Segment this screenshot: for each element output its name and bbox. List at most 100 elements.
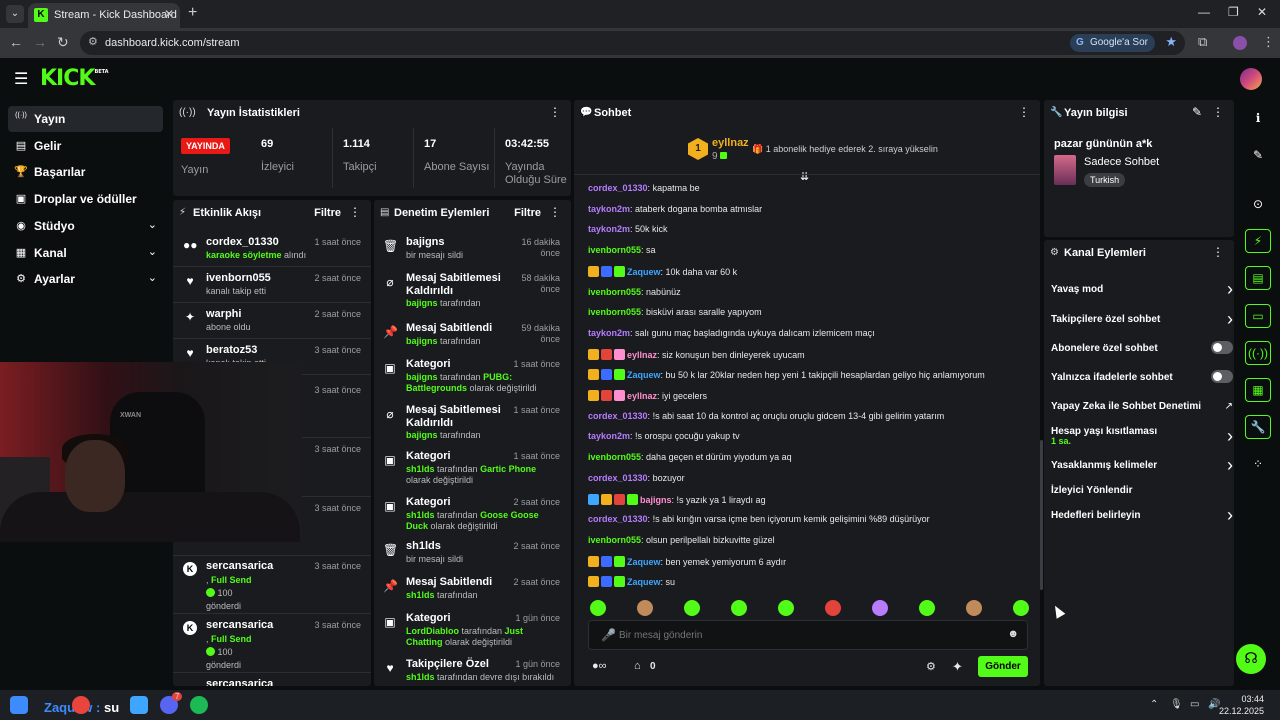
raid-icon[interactable]: ⚡ <box>1245 229 1271 253</box>
maximize-icon[interactable]: ❐ <box>1228 5 1239 19</box>
chat-username[interactable]: taykon2m <box>588 224 630 234</box>
points-icon[interactable]: ⌂ <box>634 660 641 672</box>
activity-filter-button[interactable]: Filtre <box>314 207 341 219</box>
menu-icon[interactable]: ☰ <box>14 69 28 89</box>
channel-action[interactable]: Abonelere özel sohbet <box>1051 341 1233 363</box>
emote-icon[interactable] <box>966 600 982 616</box>
chat-username[interactable]: Zaquew <box>627 557 661 567</box>
back-icon[interactable]: ← <box>9 34 23 50</box>
chat-username[interactable]: ivenborn055 <box>588 307 641 317</box>
expand-pinned-icon[interactable]: ⇊ <box>800 170 809 183</box>
url-field[interactable]: ⚙ dashboard.kick.com/stream Google'a Sor… <box>80 31 1185 55</box>
moderation-entry[interactable]: ▣ Kategori sh1lds tarafından Gartic Phone … <box>374 446 570 485</box>
message-icon[interactable]: ▭ <box>1245 304 1271 328</box>
chat-message[interactable]: taykon2m: !s orospu çocuğu yakup tv <box>588 431 740 441</box>
chat-username[interactable]: taykon2m <box>588 431 630 441</box>
chat-message[interactable]: Zaquew: bu 50 k lar 20klar neden hep yen… <box>588 369 985 381</box>
reload-icon[interactable]: ↻ <box>57 34 69 51</box>
profile-avatar-icon[interactable] <box>1233 36 1247 50</box>
channel-action[interactable]: Yalnızca ifadelerle sohbet <box>1051 370 1233 392</box>
chat-message[interactable]: ivenborn055: daha geçen et dürüm yiyodum… <box>588 452 792 462</box>
taskbar-clock[interactable]: 03:44 22.12.2025 <box>1219 693 1264 717</box>
chat-username[interactable]: Zaquew <box>627 577 661 587</box>
chat-message[interactable]: cordex_01330: !s abi kırığın varsa içme … <box>588 514 930 524</box>
external-link-icon[interactable]: ↗ <box>1225 401 1233 412</box>
chat-message[interactable]: cordex_01330: !s abi saat 10 da kontrol … <box>588 411 944 421</box>
chat-message[interactable]: ivenborn055: sa <box>588 245 656 255</box>
chevron-right-icon[interactable]: › <box>1227 455 1233 476</box>
emote-icon[interactable] <box>825 600 841 616</box>
moderation-entry[interactable]: 🗑 sh1lds bir mesajı sildi 2 saat önce <box>374 536 570 572</box>
chat-username[interactable]: ivenborn055 <box>588 535 641 545</box>
emote-icon[interactable] <box>919 600 935 616</box>
minimize-icon[interactable]: — <box>1198 5 1210 19</box>
activity-event[interactable]: sercansarica <box>173 674 371 686</box>
channel-action[interactable]: Hesap yaşı kısıtlaması 1 sa. › <box>1051 426 1233 446</box>
moderation-entry[interactable]: 📌 Mesaj Sabitlendi sh1lds tarafından 2 saat… <box>374 572 570 608</box>
chevron-right-icon[interactable]: › <box>1227 309 1233 330</box>
event-user[interactable]: ivenborn055 <box>206 272 271 284</box>
moderation-filter-button[interactable]: Filtre <box>514 207 541 219</box>
stream-category[interactable]: Sadece Sohbet <box>1084 156 1159 168</box>
chat-message[interactable]: Zaquew: 10k daha var 60 k <box>588 265 737 277</box>
help-support-button[interactable]: ☊ <box>1236 644 1266 674</box>
emote-icon[interactable] <box>778 600 794 616</box>
chat-input-box[interactable]: 🎤 ☻ <box>588 620 1028 650</box>
tools-icon[interactable]: 🔧 <box>1245 415 1271 439</box>
chat-username[interactable]: Zaquew <box>627 370 661 380</box>
kick-logo[interactable]: KICKBETA <box>40 66 109 91</box>
chat-username[interactable]: ivenborn055 <box>588 452 641 462</box>
chat-message[interactable]: bajigns: !s yazık ya 1 liraydı ag <box>588 493 766 505</box>
browser-menu-icon[interactable]: ⋮ <box>1262 34 1275 50</box>
moderation-entry[interactable]: ▣ Kategori LordDiabloo tarafından Just Cha… <box>374 608 570 647</box>
emote-icon[interactable] <box>731 600 747 616</box>
site-settings-icon[interactable]: ⚙ <box>88 35 98 48</box>
pinned-leaderboard[interactable]: 1 eyllnaz 9 🎁 1 abonelik hediye ederek 2… <box>574 126 1040 183</box>
moderation-entry[interactable]: ▣ Kategori bajigns tarafından PUBG: Battle… <box>374 354 570 393</box>
network-icon[interactable]: ▭ <box>1190 699 1199 710</box>
google-ask-button[interactable]: Google'a Sor <box>1069 34 1155 52</box>
layout-icon[interactable]: ▦ <box>1245 378 1271 402</box>
forward-icon[interactable]: → <box>33 34 47 50</box>
chat-username[interactable]: taykon2m <box>588 328 630 338</box>
chat-message[interactable]: Zaquew: ben yemek yemiyorum 6 aydır <box>588 555 786 567</box>
activity-event[interactable]: ✦ warphi abone oldu 2 saat önce <box>173 304 371 339</box>
moderation-more-icon[interactable]: ⋮ <box>549 205 561 219</box>
event-user[interactable]: sercansarica <box>206 560 273 572</box>
nav-item[interactable]: ⚙ Ayarlar ⌄ <box>8 266 163 292</box>
nav-item[interactable]: ((·)) Yayın <box>8 106 163 132</box>
chevron-right-icon[interactable]: › <box>1227 426 1233 447</box>
channel-action[interactable]: Yapay Zeka ile Sohbet Denetimi ↗ <box>1051 401 1233 421</box>
activity-event[interactable]: Ksercansarica , Full Send 100 gönderdi 3 sa… <box>173 556 371 614</box>
chat-username[interactable]: Zaquew <box>627 267 661 277</box>
browser-tab[interactable]: K Stream - Kick Dashboard ✕ <box>28 3 180 28</box>
tab-close-icon[interactable]: ✕ <box>164 7 174 21</box>
chat-message[interactable]: eyllnaz: iyi gecelers <box>588 390 707 401</box>
clipboard-icon[interactable]: ▤ <box>1245 266 1271 290</box>
channel-action[interactable]: Takipçilere özel sohbet › <box>1051 309 1233 334</box>
emote-icon[interactable] <box>684 600 700 616</box>
info-icon[interactable]: ℹ <box>1245 106 1271 130</box>
chat-username[interactable]: cordex_01330 <box>588 411 648 421</box>
emoji-picker-icon[interactable]: ☻ <box>1007 628 1019 640</box>
chevron-down-icon[interactable]: ⌄ <box>148 218 157 231</box>
channel-action[interactable]: Yasaklanmış kelimeler › <box>1051 455 1233 480</box>
chat-more-icon[interactable]: ⋮ <box>1018 105 1030 119</box>
chevron-right-icon[interactable]: › <box>1227 505 1233 526</box>
chevron-right-icon[interactable]: › <box>1227 279 1233 300</box>
emote-icon[interactable] <box>590 600 606 616</box>
channel-action[interactable]: İzleyici Yönlendir <box>1051 485 1233 505</box>
start-icon[interactable] <box>10 696 28 714</box>
channel-action[interactable]: Yavaş mod › <box>1051 279 1233 304</box>
emote-icon[interactable] <box>872 600 888 616</box>
moderation-entry[interactable]: 🗑 bajigns bir mesajı sildi 16 dakika önce <box>374 232 570 268</box>
edit-icon[interactable]: ✎ <box>1192 105 1202 119</box>
event-user[interactable]: cordex_01330 <box>206 236 279 248</box>
chat-scrollbar[interactable] <box>1040 440 1043 590</box>
spotify-icon[interactable] <box>190 696 208 714</box>
toggle-switch[interactable] <box>1211 370 1233 383</box>
chat-username[interactable]: ivenborn055 <box>588 245 641 255</box>
emote-icon[interactable]: ✦ <box>952 659 963 675</box>
nav-item[interactable]: 🏆 Başarılar <box>8 159 163 185</box>
emote-icon[interactable] <box>637 600 653 616</box>
